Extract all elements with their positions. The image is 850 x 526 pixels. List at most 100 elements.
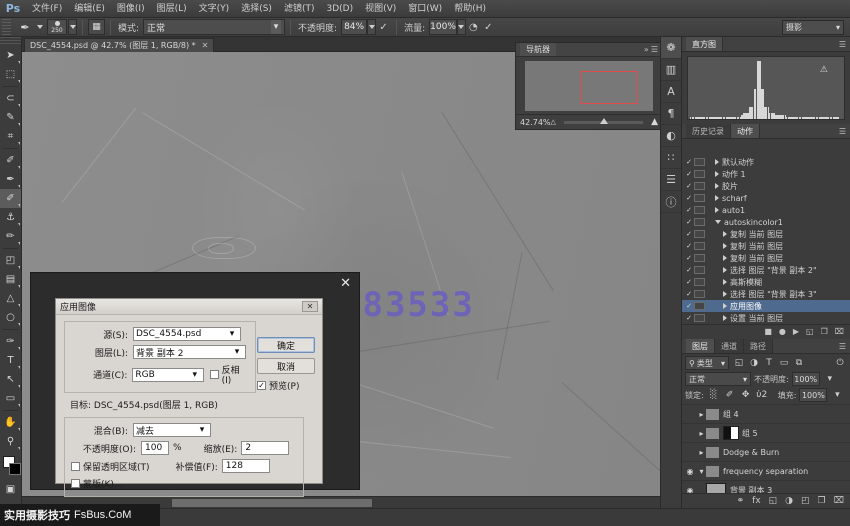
delete-button[interactable]: ⌧ [835, 327, 844, 336]
cancel-button[interactable]: 取消 [257, 358, 315, 374]
chevron-right-icon[interactable] [723, 279, 727, 285]
action-row[interactable]: ✓选择 图层 "背景 副本 3" [682, 288, 850, 300]
tab-history[interactable]: 历史记录 [686, 124, 731, 138]
chevron-right-icon[interactable] [715, 183, 719, 189]
layer-thumbnail[interactable] [706, 483, 726, 494]
action-row[interactable]: ✓复制 当前 图层 [682, 252, 850, 264]
menu-item-7[interactable]: 3D(D) [320, 0, 359, 18]
menu-item-6[interactable]: 滤镜(T) [278, 0, 321, 18]
swatches-icon[interactable]: ∷ [661, 147, 681, 169]
action-row[interactable]: ✓默认动作 [682, 156, 850, 168]
action-row[interactable]: ✓auto1 [682, 204, 850, 216]
action-enable-check-icon[interactable]: ✓ [684, 290, 694, 298]
fill-chevron-icon[interactable]: ▾ [830, 388, 844, 402]
menu-item-0[interactable]: 文件(F) [26, 0, 68, 18]
brush-panel-toggle[interactable] [68, 19, 77, 35]
action-enable-check-icon[interactable]: ✓ [684, 266, 694, 274]
close-icon[interactable]: ✕ [202, 41, 209, 50]
action-dialog-toggle[interactable] [694, 194, 705, 202]
tools-panel-grip[interactable] [0, 37, 21, 46]
layer-filter-icon-0[interactable]: ◱ [732, 356, 746, 370]
action-enable-check-icon[interactable]: ✓ [684, 206, 694, 214]
layers-menu[interactable]: ☰ [839, 342, 846, 351]
ok-button[interactable]: 确定 [257, 337, 315, 353]
gradient-tool[interactable]: ▤ [0, 270, 21, 289]
adjustments-icon[interactable]: ▥ [661, 59, 681, 81]
layers-list[interactable]: ▸组 4▸组 5▸Dodge & Burn◉▾frequency separat… [682, 405, 850, 493]
tab-actions[interactable]: 动作 [731, 124, 760, 138]
action-dialog-toggle[interactable] [694, 218, 705, 226]
stop-button[interactable]: ■ [764, 327, 772, 336]
brush-tool-icon[interactable]: ✒ [15, 20, 35, 35]
layer-filter-icon-2[interactable]: T [762, 356, 776, 370]
adjustment-layer-button[interactable]: ◑ [785, 496, 793, 506]
opacity-value-input[interactable]: 84% [341, 19, 367, 35]
close-icon[interactable]: ✕ [340, 276, 351, 291]
layer-select[interactable]: 背景 副本 2 ▾ [133, 345, 246, 359]
brush-panel-icon[interactable]: ▦ [88, 19, 105, 35]
options-bar-grip[interactable] [2, 19, 11, 36]
chevron-right-icon[interactable] [715, 171, 719, 177]
menu-item-8[interactable]: 视图(V) [359, 0, 402, 18]
lasso-tool[interactable]: ⊂ [0, 89, 21, 108]
action-row[interactable]: ✓胶片 [682, 180, 850, 192]
histogram-menu[interactable]: ☰ [839, 40, 846, 49]
layer-opacity-input[interactable]: 100% [792, 372, 820, 386]
record-button[interactable]: ● [779, 327, 786, 336]
layer-blend-select[interactable]: 正常 ▾ [685, 372, 751, 386]
action-dialog-toggle[interactable] [694, 278, 705, 286]
action-enable-check-icon[interactable]: ✓ [684, 254, 694, 262]
clone-stamp-tool[interactable]: ⚓ [0, 208, 21, 227]
offset-input[interactable]: 128 [222, 459, 270, 473]
action-row[interactable]: ✓复制 当前 图层 [682, 240, 850, 252]
preview-checkbox-row[interactable]: 预览(P) [257, 379, 315, 392]
layer-lock-icon-3[interactable]: ὑ2 [755, 388, 769, 402]
navigator-tab[interactable]: 导航器 [520, 43, 556, 56]
dialog-opacity-input[interactable]: 100 [141, 441, 169, 455]
brush-size-preview[interactable]: 250 [47, 19, 67, 35]
menu-item-2[interactable]: 图像(I) [111, 0, 151, 18]
path-selection-tool[interactable]: ↖ [0, 370, 21, 389]
action-row[interactable]: ✓设置 当前 图层 [682, 312, 850, 324]
preview-checkbox[interactable] [257, 381, 266, 390]
character-icon[interactable]: A [661, 81, 681, 103]
histogram-plot[interactable]: ⚠ [687, 56, 845, 120]
layer-visibility-icon[interactable]: ◉ [683, 486, 697, 494]
action-dialog-toggle[interactable] [694, 206, 705, 214]
menu-item-1[interactable]: 编辑(E) [68, 0, 111, 18]
action-row[interactable]: ✓应用图像 [682, 300, 850, 312]
zoom-out-icon[interactable]: △ [551, 118, 556, 126]
layer-filter-icon-1[interactable]: ◑ [747, 356, 761, 370]
zoom-tool[interactable]: ⚲ [0, 432, 21, 451]
tablet-pressure-icon[interactable]: ✓ [481, 20, 496, 35]
action-dialog-toggle[interactable] [694, 230, 705, 238]
action-row[interactable]: ✓autoskincolor1 [682, 216, 850, 228]
opacity-pressure-icon[interactable]: ✓ [376, 20, 391, 35]
paragraph-icon[interactable]: ¶ [661, 103, 681, 125]
action-row[interactable]: ✓选择 图层 "背景 副本 2" [682, 264, 850, 276]
navigator-menu-icons[interactable]: » ☰ [644, 45, 658, 54]
action-row[interactable]: ✓复制 当前 图层 [682, 228, 850, 240]
action-dialog-toggle[interactable] [694, 254, 705, 262]
chevron-down-icon[interactable]: ▾ [697, 467, 706, 476]
scale-input[interactable]: 2 [241, 441, 289, 455]
layer-lock-icon-2[interactable]: ✥ [739, 388, 753, 402]
layer-fill-input[interactable]: 100% [799, 388, 827, 402]
opacity-chevron-icon[interactable]: ▾ [823, 372, 837, 386]
hand-tool[interactable]: ✋ [0, 413, 21, 432]
chevron-down-icon[interactable] [715, 220, 721, 224]
menu-item-5[interactable]: 选择(S) [235, 0, 278, 18]
chevron-right-icon[interactable] [723, 267, 727, 273]
chevron-right-icon[interactable] [723, 303, 727, 309]
action-enable-check-icon[interactable]: ✓ [684, 278, 694, 286]
slider-knob[interactable] [600, 118, 608, 124]
healing-brush-tool[interactable]: ✒ [0, 170, 21, 189]
action-enable-check-icon[interactable]: ✓ [684, 230, 694, 238]
type-tool[interactable]: T [0, 351, 21, 370]
panel-menu-icon[interactable]: ☰ [839, 342, 846, 351]
pen-tool[interactable]: ✑ [0, 332, 21, 351]
action-enable-check-icon[interactable]: ✓ [684, 314, 694, 322]
action-enable-check-icon[interactable]: ✓ [684, 242, 694, 250]
layer-visibility-icon[interactable]: ◉ [683, 467, 697, 476]
action-enable-check-icon[interactable]: ✓ [684, 218, 694, 226]
